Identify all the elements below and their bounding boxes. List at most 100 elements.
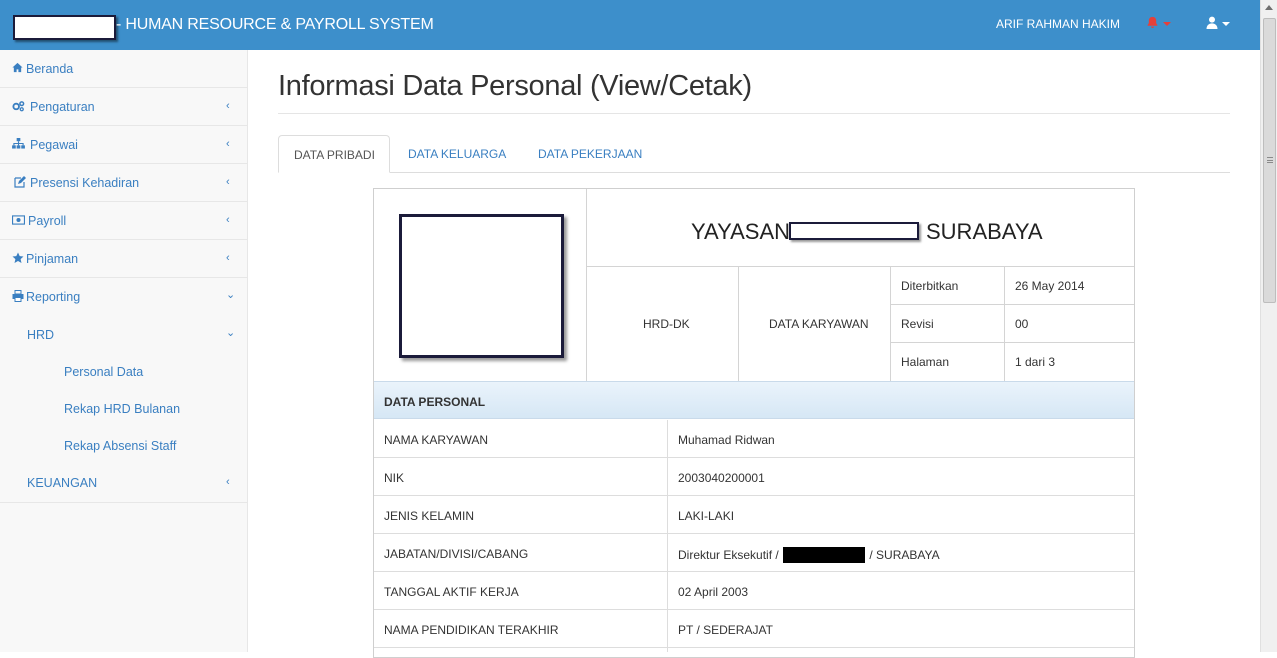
sidebar-subitem-label: Rekap HRD Bulanan	[64, 402, 181, 416]
row-value: 2003040200001	[678, 471, 765, 485]
row-separator	[667, 496, 668, 534]
page-title: Informasi Data Personal (View/Cetak)	[278, 70, 752, 102]
row-label: NIK	[384, 471, 405, 485]
tab-data-pribadi[interactable]: DATA PRIBADI	[278, 135, 390, 173]
organization-name: YAYASAN	[691, 219, 791, 244]
document-code: HRD-DK	[643, 317, 690, 331]
grid-line	[1004, 266, 1005, 381]
sidebar-item-label: Pengaturan	[30, 100, 95, 114]
user-dropdown-caret-icon[interactable]	[1222, 22, 1230, 26]
chevron-down-icon: ⌄	[226, 289, 236, 301]
sidebar-item-pengaturan[interactable]: Pengaturan ‹	[0, 88, 247, 126]
sidebar-item-pinjaman[interactable]: Pinjaman ‹	[0, 240, 247, 278]
meta-value-halaman: 1 dari 3	[1015, 355, 1056, 369]
sidebar-item-label: Pinjaman	[26, 252, 79, 266]
division-redacted	[783, 547, 866, 563]
star-icon	[12, 252, 24, 264]
table-row: JENIS KELAMIN LAKI-LAKI	[374, 496, 1134, 534]
home-icon	[12, 62, 24, 74]
chevron-left-icon: ‹	[226, 176, 230, 188]
row-value: LAKI-LAKI	[678, 509, 735, 523]
sidebar-subitem-label: KEUANGAN	[27, 476, 98, 490]
row-label: JABATAN/DIVISI/CABANG	[384, 547, 529, 561]
sidebar-item-label: Reporting	[26, 290, 81, 304]
sidebar-item-label: Pegawai	[30, 138, 78, 152]
sidebar-item-pegawai[interactable]: Pegawai ‹	[0, 126, 247, 164]
row-separator	[667, 458, 668, 496]
tab-label: DATA PEKERJAAN	[538, 147, 643, 161]
chevron-left-icon: ‹	[226, 214, 230, 226]
brand-title-text: HUMAN RESOURCE & PAYROLL SYSTEM	[125, 16, 434, 33]
grid-line	[738, 266, 739, 381]
sidebar-subitem-rekap-absensi-staff[interactable]: Rekap Absensi Staff	[0, 429, 247, 466]
sidebar-item-payroll[interactable]: Payroll ‹	[0, 202, 247, 240]
row-value-prefix: Direktur Eksekutif /	[678, 548, 783, 562]
tab-label: DATA KELUARGA	[408, 147, 507, 161]
sidebar-subitem-hrd[interactable]: HRD ⌄	[0, 318, 247, 355]
tab-label: DATA PRIBADI	[294, 148, 375, 162]
sidebar-subitem-personal-data[interactable]: Personal Data	[0, 355, 247, 392]
sidebar-subitem-label: Rekap Absensi Staff	[64, 439, 177, 453]
chevron-left-icon: ‹	[226, 100, 230, 112]
bell-icon[interactable]	[1146, 16, 1159, 32]
brand-logo-redacted[interactable]	[13, 15, 116, 40]
row-value: Direktur Eksekutif / / SURABAYA	[678, 547, 940, 563]
organization-name-redacted	[789, 222, 919, 240]
row-value: Muhamad Ridwan	[678, 433, 775, 447]
sidebar-item-beranda[interactable]: Beranda	[0, 50, 247, 88]
row-separator	[667, 420, 668, 458]
row-separator	[667, 648, 668, 652]
sidebar-subitem-rekap-hrd-bulanan[interactable]: Rekap HRD Bulanan	[0, 392, 247, 429]
sidebar-subitem-label: Personal Data	[64, 365, 144, 379]
sidebar-item-label: Presensi Kehadiran	[30, 176, 140, 190]
sidebar: Beranda Pengaturan ‹ Pegawai ‹ Presensi …	[0, 50, 248, 652]
table-row: JABATAN/DIVISI/CABANG Direktur Eksekutif…	[374, 534, 1134, 572]
sidebar-subitem-label: HRD	[27, 328, 55, 342]
document-type: DATA KARYAWAN	[769, 317, 869, 331]
row-separator	[667, 610, 668, 648]
row-label: NAMA PENDIDIKAN TERAKHIR	[384, 623, 559, 637]
grid-line	[890, 342, 1134, 343]
sidebar-item-label: Beranda	[26, 62, 74, 76]
scroll-grip-icon	[1267, 157, 1273, 163]
chevron-left-icon: ‹	[226, 476, 230, 488]
title-divider	[278, 113, 1230, 114]
row-label: JENIS KELAMIN	[384, 509, 475, 523]
sidebar-subitem-keuangan[interactable]: KEUANGAN ‹	[0, 466, 247, 503]
gears-icon	[12, 100, 25, 112]
sidebar-item-presensi-kehadiran[interactable]: Presensi Kehadiran ‹	[0, 164, 247, 202]
chevron-left-icon: ‹	[226, 138, 230, 150]
organization-city: SURABAYA	[926, 219, 1043, 244]
tab-data-keluarga[interactable]: DATA KELUARGA	[392, 135, 520, 173]
section-header-data-personal: DATA PERSONAL	[374, 381, 1134, 419]
table-row: NAMA KARYAWAN Muhamad Ridwan	[374, 420, 1134, 458]
sidebar-item-label: Payroll	[28, 214, 67, 228]
brand-title[interactable]: - HUMAN RESOURCE & PAYROLL SYSTEM	[116, 16, 434, 34]
top-navbar: - HUMAN RESOURCE & PAYROLL SYSTEM ARIF R…	[0, 0, 1260, 50]
row-label: TANGGAL AKTIF KERJA	[384, 585, 519, 599]
employee-photo-redacted	[399, 214, 564, 358]
meta-label-revisi: Revisi	[901, 317, 934, 331]
edit-icon	[14, 176, 26, 188]
scroll-up-arrow-icon[interactable]	[1265, 5, 1273, 10]
row-value: PT / SEDERAJAT	[678, 623, 773, 637]
print-icon	[12, 290, 24, 302]
meta-label-diterbitkan: Diterbitkan	[901, 279, 959, 293]
money-icon	[12, 214, 26, 226]
grid-line	[586, 189, 587, 381]
sidebar-item-reporting[interactable]: Reporting ⌄	[0, 278, 247, 316]
row-value-suffix: / SURABAYA	[866, 548, 940, 562]
meta-value-diterbitkan: 26 May 2014	[1015, 279, 1085, 293]
sitemap-icon	[12, 138, 25, 150]
chevron-left-icon: ‹	[226, 252, 230, 264]
tab-data-pekerjaan[interactable]: DATA PEKERJAAN	[522, 135, 652, 173]
row-separator	[667, 534, 668, 572]
row-label: NAMA KARYAWAN	[384, 433, 489, 447]
vertical-scrollbar[interactable]	[1260, 0, 1277, 652]
user-name[interactable]: ARIF RAHMAN HAKIM	[996, 17, 1120, 31]
grid-line	[890, 266, 891, 381]
scrollbar-thumb[interactable]	[1263, 18, 1276, 303]
user-icon[interactable]	[1206, 16, 1220, 30]
table-row: NAMA PENDIDIKAN TERAKHIR PT / SEDERAJAT	[374, 610, 1134, 648]
bell-dropdown-caret-icon[interactable]	[1163, 22, 1171, 26]
